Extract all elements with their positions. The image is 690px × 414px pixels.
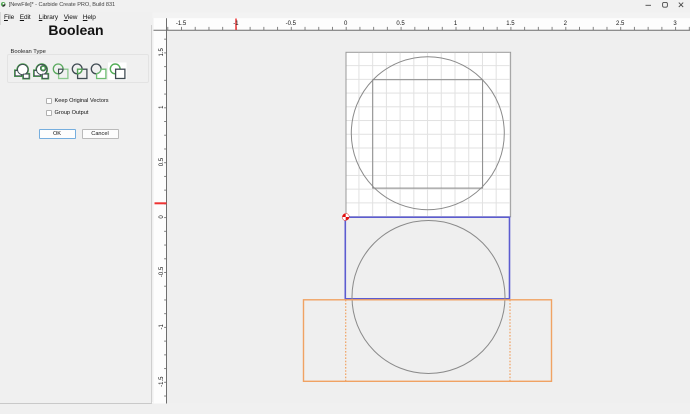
svg-text:2.5: 2.5 [616,21,625,27]
svg-text:-1.5: -1.5 [176,21,187,27]
svg-text:0.5: 0.5 [396,21,405,27]
svg-text:0.5: 0.5 [159,157,165,166]
svg-text:1.5: 1.5 [506,21,515,27]
svg-text:-1: -1 [233,21,239,27]
svg-text:-1: -1 [159,323,165,329]
svg-text:-0.5: -0.5 [159,266,165,277]
svg-text:-1.5: -1.5 [159,376,165,387]
svg-text:-0.5: -0.5 [286,21,297,27]
svg-text:1.5: 1.5 [159,47,165,56]
